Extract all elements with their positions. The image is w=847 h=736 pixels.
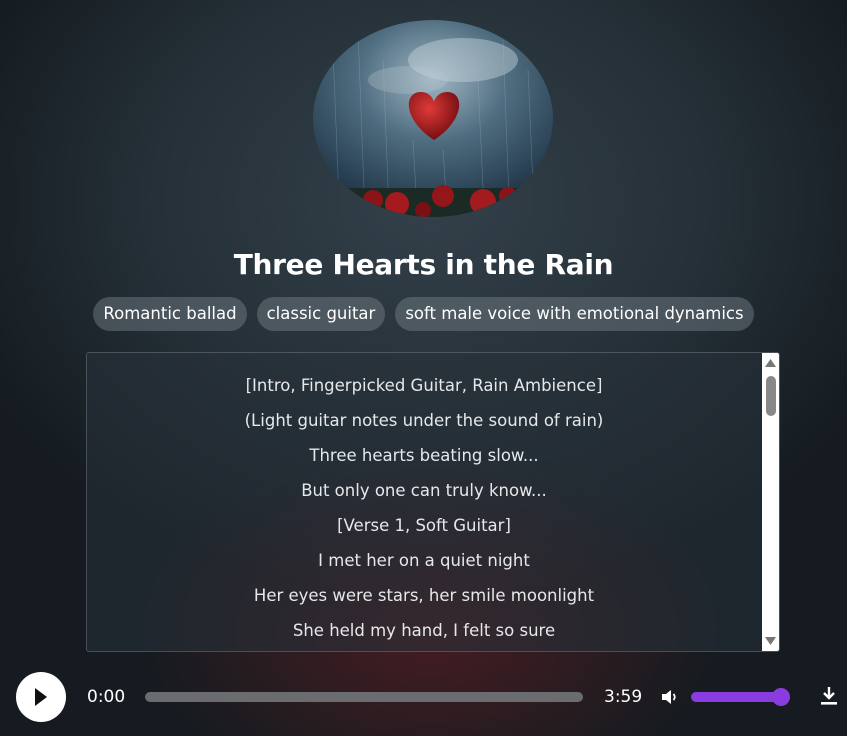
play-icon — [35, 688, 47, 706]
lyric-line: [Verse 1, Soft Guitar] — [337, 516, 511, 535]
scrollbar-thumb[interactable] — [766, 376, 776, 416]
lyric-line: Three hearts beating slow... — [309, 446, 539, 465]
lyric-line: (Light guitar notes under the sound of r… — [244, 411, 604, 430]
lyric-line: [Intro, Fingerpicked Guitar, Rain Ambien… — [245, 376, 603, 395]
lyric-line: I met her on a quiet night — [318, 551, 530, 570]
album-art-image — [313, 20, 553, 217]
progress-bar[interactable] — [145, 692, 583, 702]
volume-slider[interactable] — [691, 688, 790, 706]
genre-tag: classic guitar — [256, 297, 386, 331]
duration: 3:59 — [604, 687, 643, 707]
audio-player: 0:00 3:59 — [0, 668, 847, 726]
lyric-line: But only one can truly know... — [301, 481, 547, 500]
scroll-down-arrow-icon[interactable] — [764, 635, 777, 647]
album-art — [313, 20, 553, 217]
download-icon[interactable] — [820, 686, 838, 706]
lyric-line: Her eyes were stars, her smile moonlight — [253, 586, 595, 605]
volume-icon[interactable] — [661, 689, 679, 705]
genre-tag: soft male voice with emotional dynamics — [395, 297, 754, 331]
lyrics-panel[interactable]: [Intro, Fingerpicked Guitar, Rain Ambien… — [86, 352, 780, 652]
genre-tag: Romantic ballad — [93, 297, 247, 331]
scroll-up-arrow-icon[interactable] — [764, 357, 777, 369]
play-button[interactable] — [16, 672, 66, 722]
lyric-line: She held my hand, I felt so sure — [292, 621, 556, 640]
lyrics-text: [Intro, Fingerpicked Guitar, Rain Ambien… — [87, 373, 761, 651]
song-title: Three Hearts in the Rain — [233, 248, 614, 281]
volume-slider-knob[interactable] — [772, 688, 790, 706]
tag-list: Romantic ballad classic guitar soft male… — [0, 297, 847, 331]
current-time: 0:00 — [87, 687, 126, 707]
lyrics-scrollbar[interactable] — [762, 353, 779, 651]
